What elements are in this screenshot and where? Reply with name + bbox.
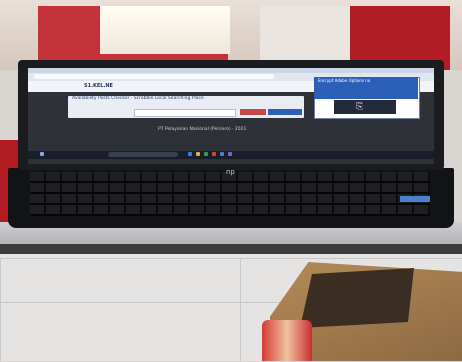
taskbar-app-icon[interactable] [212,152,216,156]
popup-preview-panel [334,100,396,114]
reset-button[interactable] [240,109,266,115]
taskbar-app-icon[interactable] [204,152,208,156]
search-button[interactable] [268,109,302,115]
keyboard-rows [30,172,430,216]
folder-icon[interactable] [196,152,200,156]
laptop-screen: S1.KEL.NE Availability Posts Checker · S… [28,68,434,164]
desk-edge [0,244,462,254]
document-icon[interactable]: ⎘ [356,101,363,113]
url-bar[interactable] [34,74,274,79]
search-card-title: Availability Posts Checker · Scrabble Lo… [72,96,204,101]
page-footer-text: PT Pelayanan Nasional (Persero) · 2021 [158,127,247,132]
wall-section [260,6,350,66]
bright-window [100,6,230,54]
browser-tab-strip[interactable] [28,68,434,73]
box-opening [300,268,414,328]
taskbar-app-icon[interactable] [220,152,224,156]
floor-tile [0,258,241,303]
start-icon[interactable] [40,152,44,156]
site-logo[interactable]: S1.KEL.NE [84,81,113,92]
search-input[interactable] [134,109,236,117]
taskbar-app-icon[interactable] [188,152,192,156]
laptop-sticker [400,196,430,202]
taskbar-search[interactable] [108,152,178,157]
drink-bottle [262,320,312,361]
popup-dialog-title: Encrypt Adobe Options no [318,78,371,83]
floor-tile [0,302,241,362]
taskbar-app-icon[interactable] [228,152,232,156]
